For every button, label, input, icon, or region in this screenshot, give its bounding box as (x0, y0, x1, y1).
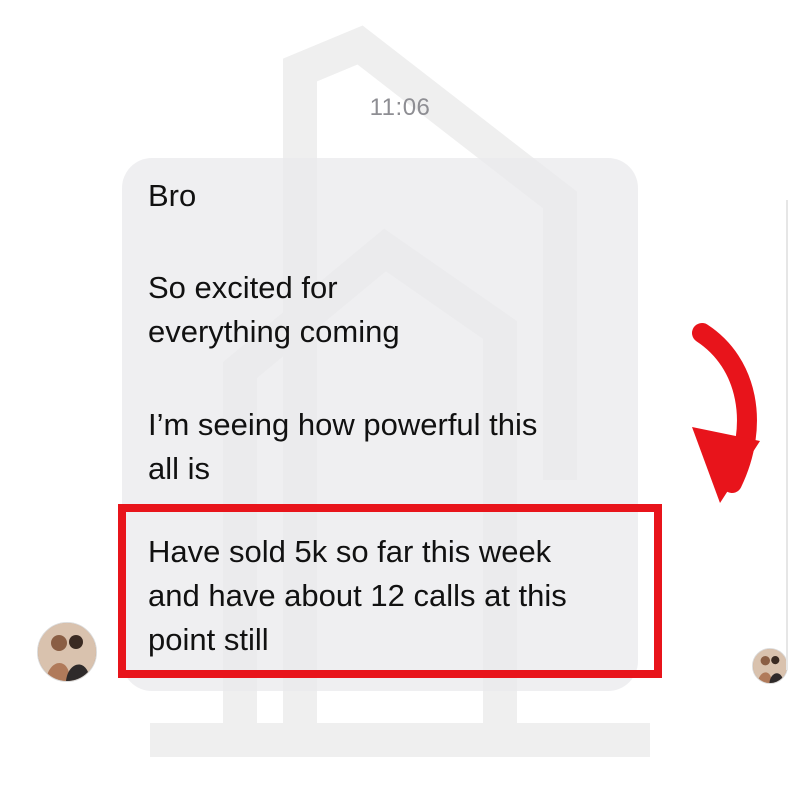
message-line-bro: Bro (148, 178, 197, 213)
sender-avatar[interactable] (37, 622, 97, 682)
avatar-photo-icon (753, 649, 787, 683)
screen-edge-divider (786, 200, 788, 670)
message-line-powerful: I’m seeing how powerful this all is (148, 407, 538, 486)
highlight-box (118, 504, 662, 678)
recipient-avatar[interactable] (752, 648, 788, 684)
message-line-excited: So excited for everything coming (148, 270, 400, 349)
avatar-photo-icon (38, 623, 96, 681)
curved-arrow-down-icon (692, 323, 760, 503)
message-timestamp: 11:06 (369, 94, 431, 121)
